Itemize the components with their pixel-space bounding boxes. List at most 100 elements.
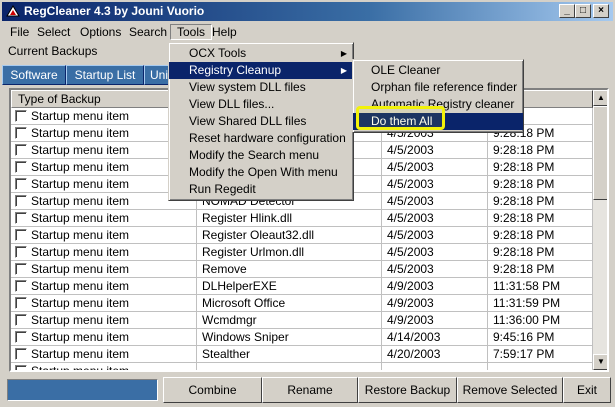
window-title: RegCleaner 4.3 by Jouni Vuorio bbox=[24, 4, 205, 18]
cell-time: 9:28:18 PM bbox=[488, 227, 593, 244]
cell-date bbox=[382, 363, 488, 370]
cell-date: 4/9/2003 bbox=[382, 295, 488, 312]
minimize-button[interactable]: _ bbox=[559, 4, 575, 18]
cell-name: Register Hlink.dll bbox=[197, 210, 382, 227]
menu-item-registry-cleanup[interactable]: Registry Cleanup ▶ bbox=[169, 62, 353, 79]
cell-type: Startup menu item bbox=[11, 346, 197, 363]
restore-backup-button[interactable]: Restore Backup bbox=[358, 377, 457, 403]
progress-bar bbox=[7, 379, 158, 401]
table-row[interactable]: Startup menu item Wcmdmgr 4/9/2003 11:36:00… bbox=[11, 312, 593, 329]
cell-time: 9:45:16 PM bbox=[488, 329, 593, 346]
scroll-thumb[interactable] bbox=[593, 106, 607, 200]
menu-item-label: Registry Cleanup bbox=[189, 63, 282, 77]
cell-time: 9:28:18 PM bbox=[488, 193, 593, 210]
scroll-down-arrow-icon[interactable]: ▼ bbox=[593, 354, 607, 370]
cell-date: 4/5/2003 bbox=[382, 227, 488, 244]
cell-time: 9:28:18 PM bbox=[488, 210, 593, 227]
cell-type: Startup menu item bbox=[11, 261, 197, 278]
cell-time: 9:28:18 PM bbox=[488, 159, 593, 176]
cell-time: 9:28:18 PM bbox=[488, 176, 593, 193]
cell-date: 4/5/2003 bbox=[382, 193, 488, 210]
cell-type: Startup menu item bbox=[11, 312, 197, 329]
cell-name: Microsoft Office bbox=[197, 295, 382, 312]
cell-name: Register Urlmon.dll bbox=[197, 244, 382, 261]
cell-type: Startup menu item bbox=[11, 295, 197, 312]
remove-selected-button[interactable]: Remove Selected bbox=[457, 377, 563, 403]
cell-name bbox=[197, 363, 382, 370]
cell-date: 4/14/2003 bbox=[382, 329, 488, 346]
menu-item-modify-search[interactable]: Modify the Search menu bbox=[169, 147, 353, 164]
menu-item-ocx-tools[interactable]: OCX Tools ▶ bbox=[169, 45, 353, 62]
tab-software[interactable]: Software bbox=[2, 65, 66, 85]
cell-type: Startup menu item bbox=[11, 278, 197, 295]
cell-name: Wcmdmgr bbox=[197, 312, 382, 329]
scroll-up-arrow-icon[interactable]: ▲ bbox=[593, 90, 607, 106]
table-row[interactable]: Startup menu item DLHelperEXE 4/9/2003 11:3… bbox=[11, 278, 593, 295]
menu-item-view-shared-dll[interactable]: View Shared DLL files bbox=[169, 113, 353, 130]
bottom-toolbar: Combine Rename Restore Backup Remove Sel… bbox=[2, 377, 613, 405]
menu-bar: File Select Options Search Tools Help bbox=[2, 23, 613, 41]
rename-button[interactable]: Rename bbox=[262, 377, 358, 403]
app-icon bbox=[6, 5, 20, 17]
table-row[interactable]: Startup menu item Windows Sniper 4/14/2003… bbox=[11, 329, 593, 346]
submenu-arrow-icon: ▶ bbox=[340, 49, 347, 58]
cell-time: 11:31:58 PM bbox=[488, 278, 593, 295]
table-row[interactable]: Startup menu item Microsoft Office 4/9/200… bbox=[11, 295, 593, 312]
annotation-highlight bbox=[356, 106, 445, 130]
cell-time: 11:31:59 PM bbox=[488, 295, 593, 312]
cell-name: Stealther bbox=[197, 346, 382, 363]
table-row[interactable]: Startup menu item Remove 4/5/2003 9:28:18 P… bbox=[11, 261, 593, 278]
current-backups-label: Current Backups bbox=[8, 44, 98, 58]
tab-startup-list[interactable]: Startup List bbox=[66, 65, 144, 85]
cell-name: Register Oleaut32.dll bbox=[197, 227, 382, 244]
cell-time: 9:28:18 PM bbox=[488, 261, 593, 278]
cell-date: 4/5/2003 bbox=[382, 210, 488, 227]
cell-time bbox=[488, 363, 593, 370]
cell-name: Windows Sniper bbox=[197, 329, 382, 346]
cell-time: 7:59:17 PM bbox=[488, 346, 593, 363]
cell-name: DLHelperEXE bbox=[197, 278, 382, 295]
menu-item-reset-hardware[interactable]: Reset hardware configuration bbox=[169, 130, 353, 147]
table-row[interactable]: Startup menu item Register Hlink.dll 4/5/2… bbox=[11, 210, 593, 227]
menu-item-orphan-finder[interactable]: Orphan file reference finder bbox=[353, 79, 523, 96]
exit-button[interactable]: Exit bbox=[563, 377, 611, 403]
menu-item-ole-cleaner[interactable]: OLE Cleaner bbox=[353, 62, 523, 79]
cell-date: 4/5/2003 bbox=[382, 176, 488, 193]
vertical-scrollbar[interactable]: ▲ ▼ bbox=[593, 90, 607, 370]
cell-type: Startup menu item bbox=[11, 329, 197, 346]
table-row[interactable]: Startup menu item bbox=[11, 363, 593, 370]
table-row[interactable]: Startup menu item Register Urlmon.dll 4/5/… bbox=[11, 244, 593, 261]
cell-time: 9:28:18 PM bbox=[488, 244, 593, 261]
cell-name: Remove bbox=[197, 261, 382, 278]
menu-item-view-system-dll[interactable]: View system DLL files bbox=[169, 79, 353, 96]
cell-date: 4/5/2003 bbox=[382, 142, 488, 159]
table-row[interactable]: Startup menu item Stealther 4/20/2003 7:59:… bbox=[11, 346, 593, 363]
cell-date: 4/5/2003 bbox=[382, 244, 488, 261]
cell-time: 9:28:18 PM bbox=[488, 142, 593, 159]
menu-item-label: OCX Tools bbox=[189, 46, 247, 60]
menu-item-run-regedit[interactable]: Run Regedit bbox=[169, 181, 353, 198]
table-row[interactable]: Startup menu item Register Oleaut32.dll 4/… bbox=[11, 227, 593, 244]
tools-menu: OCX Tools ▶ Registry Cleanup ▶ View system… bbox=[168, 42, 354, 201]
cell-time: 11:36:00 PM bbox=[488, 312, 593, 329]
cell-date: 4/20/2003 bbox=[382, 346, 488, 363]
cell-date: 4/5/2003 bbox=[382, 261, 488, 278]
menu-options[interactable]: Options bbox=[74, 24, 127, 40]
menu-select[interactable]: Select bbox=[31, 24, 76, 40]
menu-help[interactable]: Help bbox=[206, 24, 243, 40]
title-bar[interactable]: RegCleaner 4.3 by Jouni Vuorio _ □ × bbox=[2, 2, 613, 21]
menu-item-view-dll-files[interactable]: View DLL files... bbox=[169, 96, 353, 113]
cell-type: Startup menu item bbox=[11, 363, 197, 370]
maximize-button[interactable]: □ bbox=[575, 4, 591, 18]
cell-type: Startup menu item bbox=[11, 210, 197, 227]
combine-button[interactable]: Combine bbox=[163, 377, 262, 403]
menu-item-modify-open-with[interactable]: Modify the Open With menu bbox=[169, 164, 353, 181]
menu-search[interactable]: Search bbox=[123, 24, 173, 40]
cell-type: Startup menu item bbox=[11, 244, 197, 261]
submenu-arrow-icon: ▶ bbox=[340, 66, 347, 75]
close-button[interactable]: × bbox=[593, 4, 609, 18]
cell-date: 4/9/2003 bbox=[382, 278, 488, 295]
cell-date: 4/5/2003 bbox=[382, 159, 488, 176]
cell-date: 4/9/2003 bbox=[382, 312, 488, 329]
cell-type: Startup menu item bbox=[11, 227, 197, 244]
